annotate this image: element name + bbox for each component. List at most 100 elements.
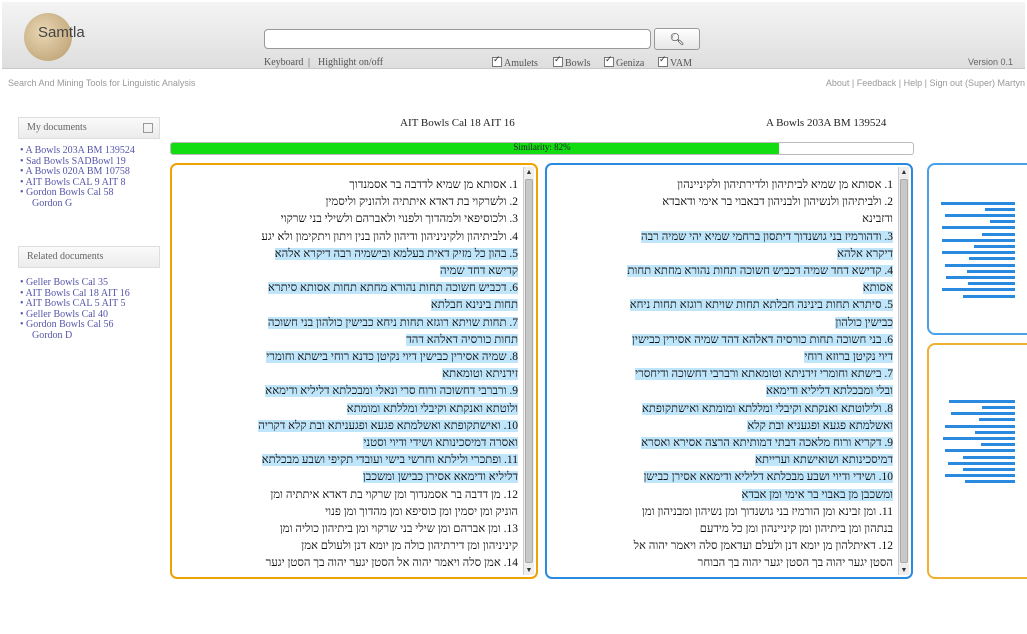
text-line: הסטן יגער יהוה בך הסטן יגער יהוה בך הבוח…: [697, 557, 893, 570]
text-line: בנתהון ומן ביתיהון ומן קיניינהון ומן כל …: [699, 523, 893, 536]
minimap-line: [946, 276, 1015, 279]
text-line: ואסרה דמיסכינותא ושידי ודיוי וסטני: [363, 437, 518, 450]
minimap-line: [979, 418, 1015, 422]
minimap-line: [967, 269, 1015, 273]
collapse-icon[interactable]: [143, 123, 153, 133]
my-documents-title: My documents: [27, 122, 87, 133]
right-document-text: 1. אסותא מן שמיא לביתיהון ולדירתיהון ולק…: [555, 177, 893, 573]
text-line: ואשלמתא פגעא ופגעניא ובת קלא: [747, 419, 893, 432]
minimap-line: [943, 437, 1015, 440]
minimap-line: [942, 238, 1015, 242]
text-line: דליליא ודימאא אסירן כבישן ומשכבן: [362, 471, 518, 484]
right-document-minimap[interactable]: [927, 163, 1027, 335]
highlight-toggle-link[interactable]: Highlight on/off: [318, 57, 383, 68]
my-documents-header[interactable]: My documents: [18, 117, 160, 139]
checkbox-icon: [492, 54, 502, 67]
minimap-line: [974, 245, 1015, 248]
minimap-line: [965, 480, 1015, 484]
search-button[interactable]: 🔍︎: [654, 28, 700, 50]
minimap-line: [948, 461, 1015, 465]
minimap-line: [968, 282, 1015, 286]
right-document-title: A Bowls 203A BM 139524: [766, 117, 887, 129]
scroll-down-arrow-icon[interactable]: ▼: [524, 565, 534, 575]
header-bar: Samtla 🔍︎ Keyboard | Highlight on/off Am…: [2, 2, 1025, 69]
text-line: 5. בהון כל מזיק דאית בעלמא ובישמיה רבה ד…: [274, 247, 518, 260]
search-input[interactable]: [264, 29, 651, 49]
minimap-line: [945, 263, 1015, 267]
left-scrollbar[interactable]: ▲ ▼: [523, 167, 534, 575]
left-document-minimap[interactable]: [927, 343, 1027, 579]
minimap-line: [942, 251, 1015, 255]
scroll-thumb[interactable]: [900, 179, 908, 563]
keyboard-link[interactable]: Keyboard: [264, 57, 303, 68]
minimap-line: [941, 201, 1015, 205]
scroll-thumb[interactable]: [525, 179, 533, 563]
minimap-line: [982, 406, 1015, 409]
scroll-up-arrow-icon[interactable]: ▲: [524, 167, 534, 177]
text-line: 9. דקריא ורוח מלאכה דבתי דמותיתא הרצה אס…: [641, 437, 893, 450]
checkbox-icon: [553, 54, 563, 67]
text-line: 2. ולשרקוי בת דאדא איתתיה ולהוניק וליסמי…: [325, 196, 518, 209]
right-document-pane[interactable]: 1. אסותא מן שמיא לביתיהון ולדירתיהון ולק…: [545, 163, 913, 579]
text-line: ומשכבן מן באבוי בר אימי ומן אבדא: [741, 488, 893, 501]
minimap-line: [990, 220, 1015, 224]
text-line: 2. ולביתיהון ולנשיהון ולבניהון דבאבוי בר…: [662, 196, 893, 209]
left-document-pane[interactable]: 1. אסותא מן שמיא לדדבה בר אסמנדוך 2. ולשר…: [170, 163, 538, 579]
text-line: 8. שמיה אסירין כבישין דיוי נקיטן כדנא רו…: [266, 351, 518, 364]
text-line: דיקרא אלהא: [837, 247, 893, 260]
minimap-line: [969, 257, 1015, 261]
minimap-line: [963, 455, 1015, 459]
filter-vam[interactable]: VAM: [658, 54, 692, 69]
text-line: ולוטתא ואנקתא וקיבלי ומללתא ומומתא: [346, 402, 518, 415]
text-line: 3. ולכוסיפאי ולמהדוך ולפנוי ולאברהם ולשי…: [280, 213, 518, 226]
left-document-text: 1. אסותא מן שמיא לדדבה בר אסמנדוך 2. ולשר…: [180, 177, 518, 573]
text-line: 1. אסותא מן שמיא לביתיהון ולדירתיהון ולק…: [677, 179, 893, 191]
minimap-line: [963, 468, 1015, 471]
list-item[interactable]: Gordon G: [20, 198, 135, 210]
minimap-line: [949, 399, 1015, 403]
minimap-line: [942, 226, 1015, 230]
minimap-line: [975, 430, 1015, 434]
tagline: Search And Mining Tools for Linguistic A…: [8, 78, 196, 88]
checkbox-icon: [604, 54, 614, 67]
filter-geniza[interactable]: Geniza: [604, 54, 644, 69]
text-line: כבישין כולהון: [835, 316, 893, 329]
minimap-line: [945, 449, 1015, 453]
right-scrollbar[interactable]: ▲ ▼: [898, 167, 909, 575]
text-line: קדישא דחד שמיה: [440, 265, 518, 278]
text-line: 10. ושידי ודיוי ושבע מבכלתא דליליא ודימא…: [643, 471, 893, 484]
text-line: 1. אסותא מן שמיא לדדבה בר אסמנדוך: [349, 179, 518, 191]
text-line: 7. בישתא וחומרי זידניתא וטומאתא ורברבי ד…: [635, 368, 893, 381]
text-line: קיניניהון ומן דירתיהון כולה מן יומא דנן …: [301, 540, 518, 553]
text-line: 6. בני חשוכה תחות כורסיה דאלהא דהד שמיה …: [632, 333, 893, 346]
filter-amulets[interactable]: Amulets: [492, 54, 538, 69]
similarity-label: Similarity: 82%: [513, 142, 571, 152]
text-line: דיוי נקיטן ברוזא רוחי: [804, 351, 893, 364]
text-line: תחות כורסיה דאלהא דהד: [406, 333, 518, 346]
related-documents-title: Related documents: [27, 251, 104, 262]
my-documents-list: • A Bowls 203A BM 139524 • Sad Bowls SAD…: [20, 145, 135, 210]
minimap-line: [963, 294, 1015, 298]
filter-bowls[interactable]: Bowls: [553, 54, 591, 69]
list-item[interactable]: Gordon D: [20, 330, 130, 342]
minimap-line: [985, 207, 1015, 211]
text-line: 3. ודהורמיז בני גושנדוך דיתסון ברחמי שמי…: [641, 230, 893, 243]
minimap-line: [945, 214, 1015, 217]
scroll-up-arrow-icon[interactable]: ▲: [899, 167, 909, 177]
text-line: 6. דכביש חשוכה תחות נהורא מחתא תחות אסות…: [268, 282, 518, 295]
version-label: Version 0.1: [967, 57, 1013, 67]
text-line: ודזבינא: [862, 213, 893, 226]
minimap-line: [951, 412, 1015, 416]
text-line: ובלי ומבכלתא דליליא ודימאא: [765, 385, 893, 398]
text-line: 11. ומן זבינא ומן הורמיז בני גושנדוך ומן…: [641, 505, 893, 518]
text-line: 9. ורברבי דחשוכה ורוח סרי ונאלי ומבכלתא …: [265, 385, 518, 398]
text-line: דמיסכינותא ושואישתא וערייתא: [755, 454, 893, 467]
scroll-down-arrow-icon[interactable]: ▼: [899, 565, 909, 575]
minimap-line: [982, 232, 1015, 236]
text-line: 10. ואישתקופתא ואשלמתא פגעא ופגעניתא ובת…: [258, 419, 518, 432]
text-line: 7. תחות שויתא רוגזא תחות ניחא כבישין כול…: [267, 316, 518, 329]
text-line: 4. ולביתיהון ולקיניניהון ודיהון להון בני…: [261, 230, 518, 243]
text-line: 13. ומן אברהם ומן שילי בני שרקוי ומן בית…: [279, 523, 518, 536]
top-links[interactable]: About | Feedback | Help | Sign out (Supe…: [826, 78, 1025, 88]
related-documents-header: Related documents: [18, 246, 160, 268]
